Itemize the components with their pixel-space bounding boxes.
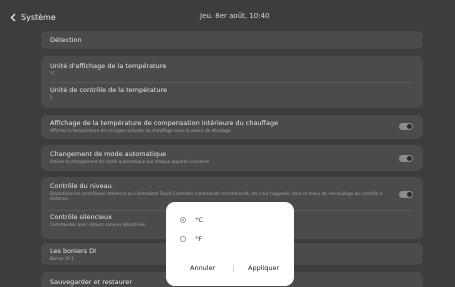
heating-compensation-row: Affichage de la température de compensat… [50, 119, 388, 133]
radio-selected-icon [180, 217, 186, 223]
detection-title: Détection [50, 36, 82, 44]
temp-control-unit-row[interactable]: Unité de contrôle de la température 1 [50, 86, 388, 100]
auto-mode-row: Changement de mode automatique Activer l… [50, 150, 388, 164]
button-separator [233, 265, 234, 272]
temp-display-unit-title: Unité d'affichage de la température [50, 62, 167, 70]
units-card: Unité d'affichage de la température °C U… [41, 56, 423, 108]
unit-select-dialog: °C °F Annuler Appliquer [166, 202, 294, 286]
apply-button[interactable]: Appliquer [248, 264, 279, 272]
temp-display-unit-row[interactable]: Unité d'affichage de la température °C [50, 62, 388, 76]
radio-unselected-icon [180, 236, 186, 242]
option-celsius[interactable]: °C [180, 216, 203, 224]
auto-mode-title: Changement de mode automatique [50, 150, 167, 158]
option-celsius-label: °C [195, 216, 203, 224]
auto-mode-subtitle: Activer le changement de mode automatiqu… [50, 159, 210, 164]
heating-compensation-card: Affichage de la température de compensat… [41, 115, 423, 139]
temp-control-unit-value: 1 [50, 95, 53, 100]
auto-mode-card: Changement de mode automatique Activer l… [41, 145, 423, 171]
level-control-title: Contrôle du niveau [50, 182, 112, 190]
level-control-row: Contrôle du niveau Désactivez les contrô… [50, 182, 388, 201]
temp-control-unit-title: Unité de contrôle de la température [50, 86, 167, 94]
level-control-toggle[interactable] [399, 191, 413, 198]
heating-compensation-subtitle: Affichez la température de consigne actu… [50, 128, 232, 133]
temp-display-unit-value: °C [50, 71, 56, 76]
heating-compensation-title: Affichage de la température de compensat… [50, 119, 279, 127]
level-control-subtitle: Désactivez les contrôleurs intérieurs au… [50, 191, 383, 201]
heating-compensation-toggle[interactable] [399, 123, 413, 130]
detection-card[interactable]: Détection [41, 31, 423, 49]
divider [50, 82, 414, 83]
screen: Système Jeu. 8er août, 10:40 Détection U… [0, 0, 455, 287]
option-fahrenheit-label: °F [195, 235, 202, 243]
cancel-button[interactable]: Annuler [190, 264, 215, 272]
auto-mode-toggle[interactable] [399, 155, 413, 162]
option-fahrenheit[interactable]: °F [180, 235, 202, 243]
